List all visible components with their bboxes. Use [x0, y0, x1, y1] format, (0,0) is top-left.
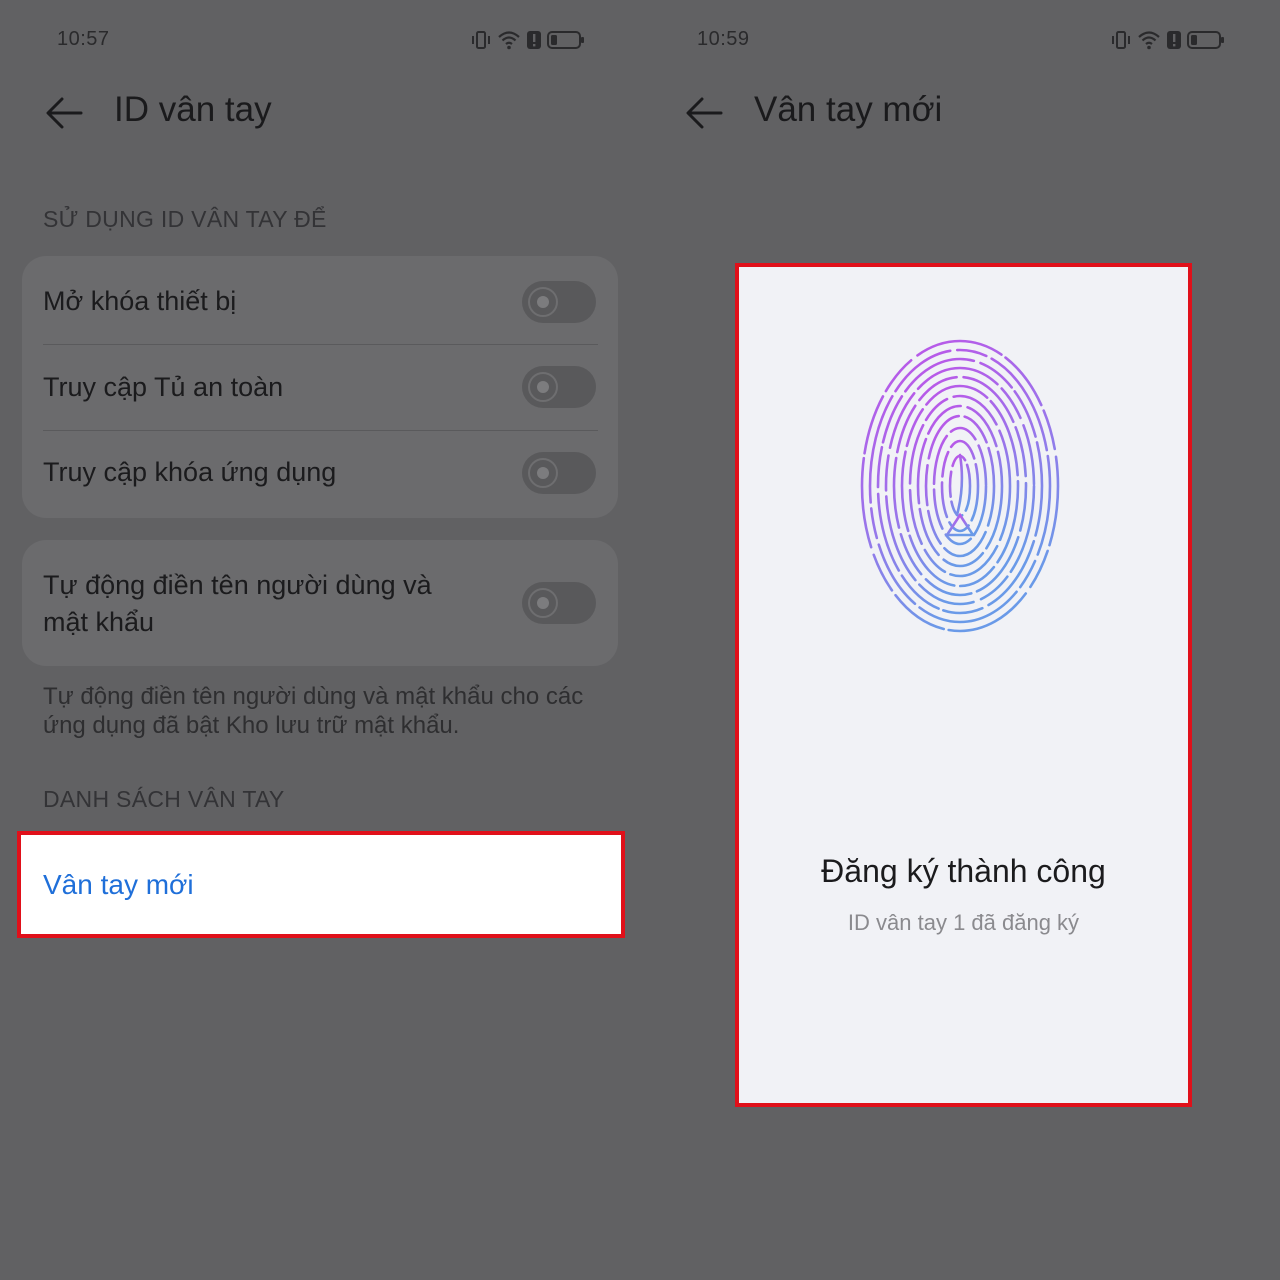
status-time: 10:59 — [697, 28, 750, 50]
new-fingerprint-screen: 10:59 Vân tay mới Đăng ký thành công ID … — [640, 0, 1280, 1280]
back-arrow-icon[interactable] — [43, 92, 85, 134]
toggle-knob — [528, 458, 558, 488]
page-title: Vân tay mới — [754, 90, 943, 129]
status-icons — [470, 28, 585, 52]
back-arrow-icon[interactable] — [683, 92, 725, 134]
autofill-label-line1: Tự động điền tên người dùng và — [43, 570, 432, 600]
battery-icon — [1187, 31, 1224, 49]
wifi-icon — [1138, 31, 1160, 50]
autofill-label: Tự động điền tên người dùng và mật khẩu — [43, 567, 432, 641]
toggle-knob — [528, 287, 558, 317]
success-title: Đăng ký thành công — [821, 853, 1106, 889]
battery-icon — [547, 31, 584, 49]
alert-icon — [1167, 31, 1181, 49]
autofill-card[interactable]: Tự động điền tên người dùng và mật khẩu — [22, 540, 618, 666]
success-subtitle: ID vân tay 1 đã đăng ký — [847, 910, 1080, 935]
option-row-unlock-device[interactable]: Mở khóa thiết bị — [22, 256, 618, 344]
option-label: Mở khóa thiết bị — [43, 286, 237, 316]
new-fingerprint-label: Vân tay mới — [43, 869, 194, 900]
enrollment-success-panel: Đăng ký thành công ID vân tay 1 đã đăng … — [735, 263, 1192, 1107]
autofill-label-line2: mật khẩu — [43, 607, 155, 637]
toggle-knob — [528, 588, 558, 618]
autofill-toggle[interactable] — [522, 582, 596, 624]
fingerprint-icon — [860, 339, 1060, 633]
toggle-knob — [528, 372, 558, 402]
safe-access-toggle[interactable] — [522, 366, 596, 408]
unlock-device-toggle[interactable] — [522, 281, 596, 323]
new-fingerprint-button[interactable]: Vân tay mới — [17, 831, 625, 938]
option-row-app-lock[interactable]: Truy cập khóa ứng dụng — [22, 431, 618, 518]
page-title: ID vân tay — [114, 90, 272, 129]
wifi-icon — [498, 31, 520, 50]
section-header-fingerprint-list: DANH SÁCH VÂN TAY — [43, 786, 285, 812]
usage-options-card: Mở khóa thiết bị Truy cập Tủ an toàn Tru… — [22, 256, 618, 518]
app-lock-toggle[interactable] — [522, 452, 596, 494]
vibrate-icon — [1112, 31, 1130, 49]
vibrate-icon — [472, 31, 490, 49]
option-label: Truy cập khóa ứng dụng — [43, 457, 337, 487]
status-time: 10:57 — [57, 28, 110, 50]
autofill-note: Tự động điền tên người dùng và mật khẩu … — [43, 683, 584, 739]
alert-icon — [527, 31, 541, 49]
option-label: Truy cập Tủ an toàn — [43, 372, 284, 402]
status-icons — [1110, 28, 1225, 52]
option-row-safe-access[interactable]: Truy cập Tủ an toàn — [22, 345, 618, 430]
fingerprint-settings-screen: 10:57 ID vân tay SỬ DỤNG ID VÂN TAY ĐỂ M… — [0, 0, 640, 1280]
section-header-usage: SỬ DỤNG ID VÂN TAY ĐỂ — [43, 206, 327, 232]
